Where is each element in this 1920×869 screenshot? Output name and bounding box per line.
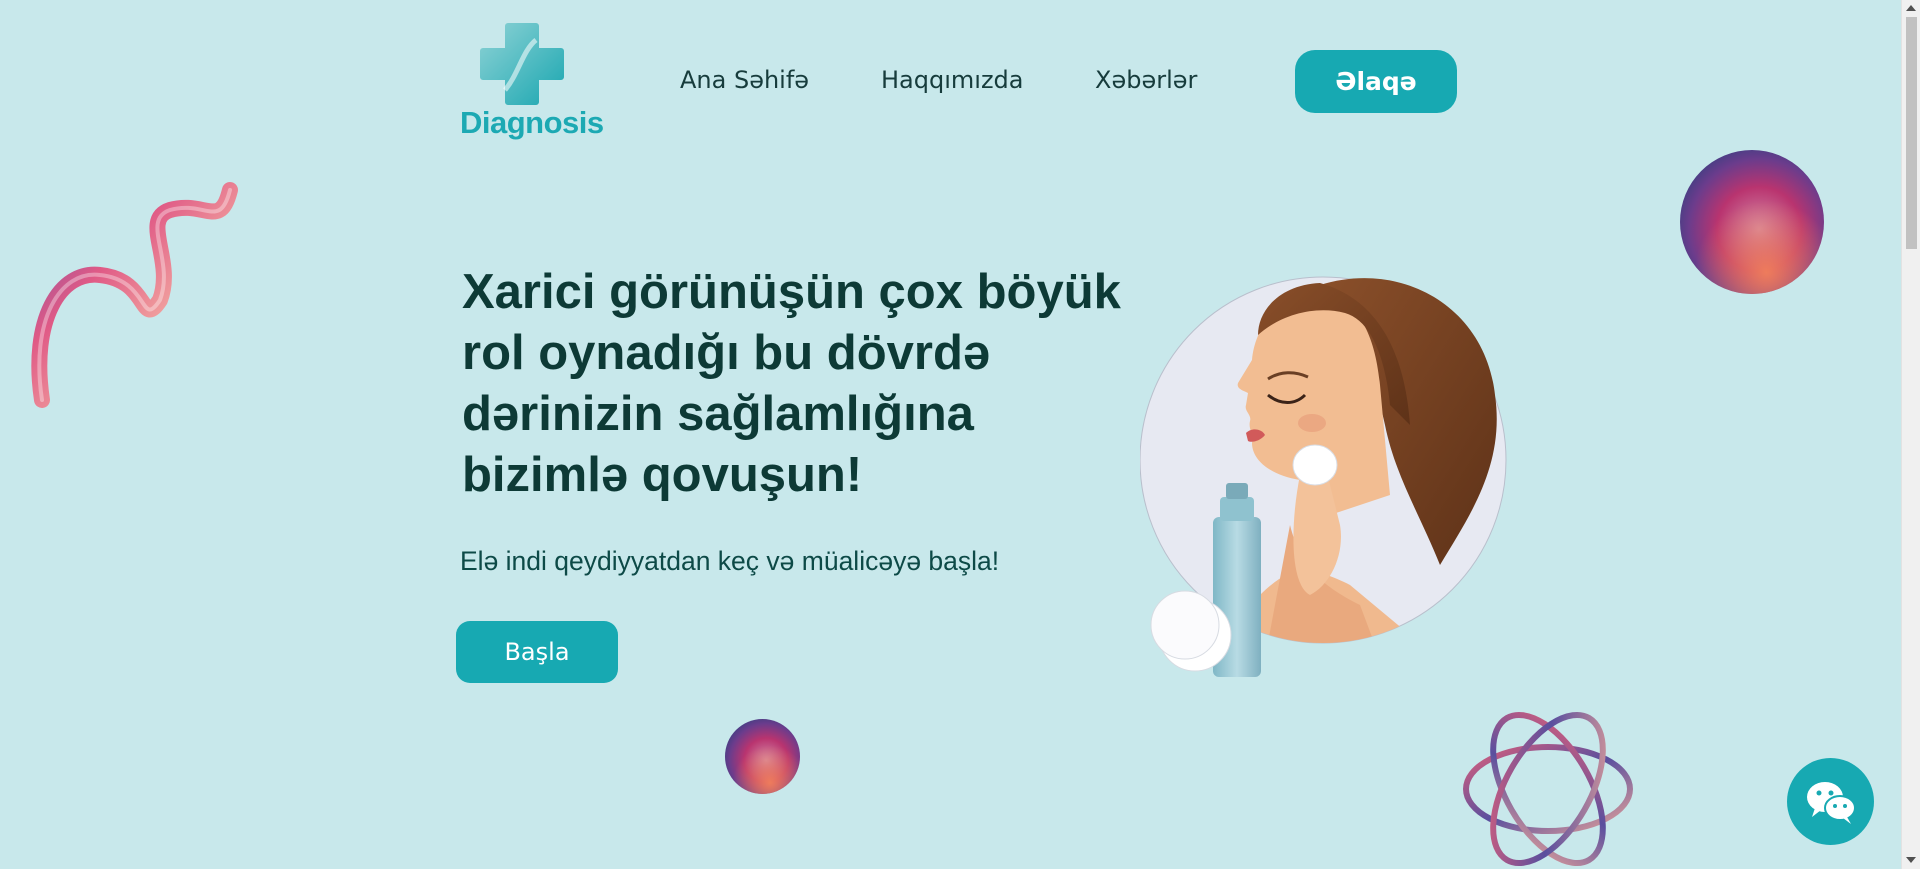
medical-cross-icon: [480, 23, 564, 105]
scroll-down-arrow-icon[interactable]: [1906, 857, 1916, 863]
chat-button[interactable]: [1787, 758, 1874, 845]
hero-title-line: Xarici görünüşün çox böyük: [462, 265, 1121, 319]
contact-button[interactable]: Əlaqə: [1295, 50, 1457, 113]
wavy-ribbon-decoration: [31, 182, 238, 408]
nav-link-home[interactable]: Ana Səhifə: [680, 66, 809, 94]
page-scrollbar[interactable]: [1901, 0, 1920, 869]
hero-subtitle: Elə indi qeydiyyatdan keç və müalicəyə b…: [460, 546, 1000, 576]
nav-link-about[interactable]: Haqqımızda: [881, 66, 1023, 94]
wechat-bubbles-icon: [1806, 781, 1856, 824]
hero-title-line: rol oynadığı bu dövrdə: [462, 326, 991, 380]
brand-logo[interactable]: Diagnosis: [458, 20, 604, 145]
scroll-thumb[interactable]: [1906, 17, 1917, 249]
brand-name: Diagnosis: [460, 105, 604, 140]
hero-title-line: bizimlə qovuşun!: [462, 448, 863, 502]
nav-link-news[interactable]: Xəbərlər: [1095, 66, 1197, 94]
orbit-rings-decoration: [1463, 711, 1633, 867]
gradient-sphere-large-decoration: [1680, 150, 1824, 294]
start-button[interactable]: Başla: [456, 621, 618, 683]
woman-skincare-illustration: [1140, 276, 1507, 677]
scroll-up-arrow-icon[interactable]: [1906, 5, 1916, 11]
gradient-sphere-small-decoration: [725, 719, 800, 794]
hero-title: Xarici görünüşün çox böyük rol oynadığı …: [462, 262, 1182, 506]
hero-title-line: dərinizin sağlamlığına: [462, 387, 974, 441]
